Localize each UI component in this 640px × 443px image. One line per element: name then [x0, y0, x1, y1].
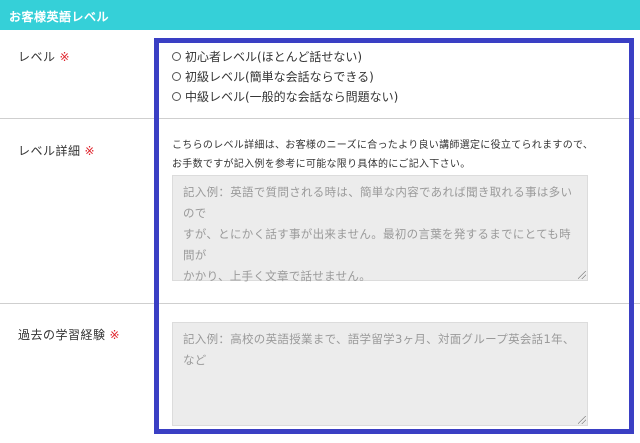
section-header: お客様英語レベル [0, 0, 640, 30]
required-mark: ※ [59, 50, 71, 64]
radio-circle-icon[interactable] [172, 71, 181, 81]
section-title: お客様英語レベル [9, 10, 110, 24]
radio-intermediate[interactable]: 中級レベル(一般的な会話なら問題ない) [172, 86, 398, 106]
level-detail-textarea[interactable]: 記入例：英語で質問される時は、簡単な内容であれば聞き取れる事は多いので すが、と… [172, 175, 588, 283]
level-label: レベル ※ [18, 50, 71, 64]
experience-label: 過去の学習経験 ※ [18, 328, 121, 342]
radio-elementary[interactable]: 初級レベル(簡単な会話ならできる) [172, 66, 398, 86]
required-mark: ※ [109, 328, 121, 342]
radio-beginner[interactable]: 初心者レベル(ほとんど話せない) [172, 46, 398, 66]
level-radio-group: 初心者レベル(ほとんど話せない) 初級レベル(簡単な会話ならできる) 中級レベル… [172, 46, 398, 106]
level-detail-label: レベル詳細 ※ [18, 144, 96, 158]
experience-textarea[interactable]: 記入例：高校の英語授業まで、語学留学3ヶ月、対面グループ英会話1年、など [172, 322, 588, 426]
required-mark: ※ [84, 144, 96, 158]
radio-circle-icon[interactable] [172, 51, 181, 61]
resize-handle-icon[interactable] [578, 271, 586, 279]
resize-handle-icon[interactable] [578, 416, 586, 424]
level-detail-description: こちらのレベル詳細は、お客様のニーズに合ったより良い講師選定に役立てられますので… [172, 140, 594, 170]
radio-circle-icon[interactable] [172, 91, 181, 101]
